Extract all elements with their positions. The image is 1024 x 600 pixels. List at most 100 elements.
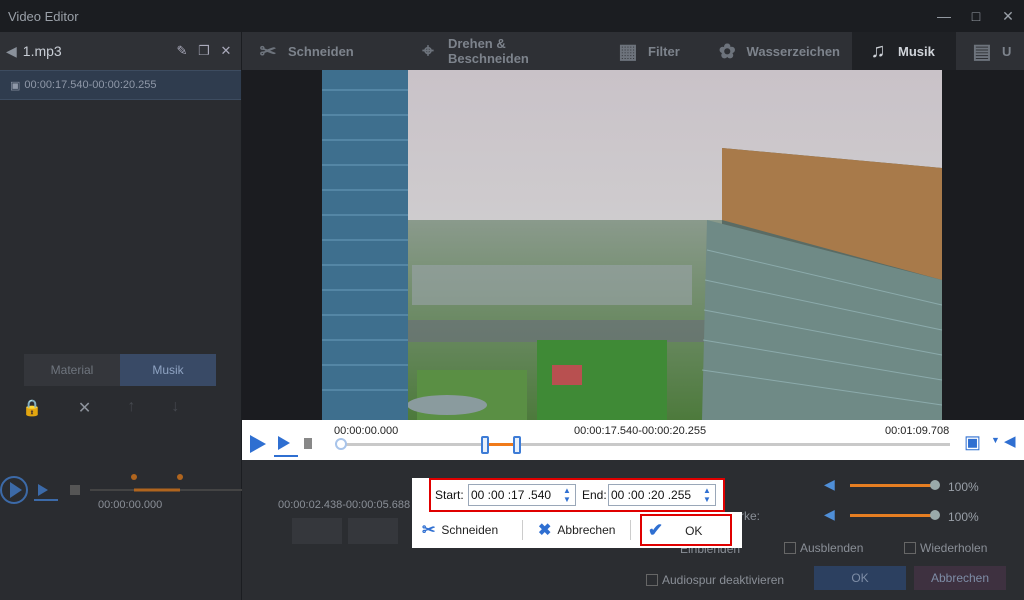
timeline-range-time: 00:00:02.438-00:00:05.688 <box>278 499 411 511</box>
edit-icon[interactable]: ✎ <box>173 43 191 59</box>
volume-slider-2-knob[interactable] <box>930 510 940 520</box>
ok-label: OK <box>685 523 703 538</box>
close-icon[interactable]: ✕ <box>992 0 1024 32</box>
timeline-start-time: 00:00:00.000 <box>98 499 163 511</box>
city-aerial-image <box>322 70 942 420</box>
tab-material[interactable]: Material <box>24 354 120 386</box>
time-end: 00:01:09.708 <box>885 425 950 437</box>
left-timeline-graphics <box>0 474 242 504</box>
video-frame[interactable] <box>322 70 942 420</box>
move-up-icon[interactable]: ↑ <box>127 398 135 418</box>
lock-icon[interactable]: 🔒 <box>22 398 42 418</box>
scissors-icon: ✂ <box>259 40 277 63</box>
window-title: Video Editor <box>8 8 79 24</box>
x-icon: ✖ <box>538 522 552 539</box>
file-name: 1.mp3 <box>22 43 62 59</box>
left-toolbar: 🔒 ✕ ↑ ↓ <box>22 398 179 418</box>
end-time-value: 00 :00 :20 .255 <box>611 488 692 502</box>
partial-label: rke: <box>740 509 761 523</box>
range-popup: Start: 00 :00 :17 .540 ▲ ▼ End: 00 :00 :2… <box>412 478 725 512</box>
volume-slider-2[interactable] <box>850 514 935 517</box>
end-spinner-icon[interactable]: ▲ ▼ <box>701 486 713 504</box>
video-preview <box>242 70 1024 420</box>
time-start: 00:00:00.000 <box>334 425 399 437</box>
disable-audio-label: Audiospur deaktivieren <box>662 573 785 587</box>
end-time-field[interactable]: 00 :00 :20 .255 ▲ ▼ <box>608 484 716 506</box>
tab-schneiden[interactable]: ✂ Schneiden <box>242 32 402 70</box>
subtitle-icon: ▤ <box>972 40 992 63</box>
play-icon <box>250 435 266 453</box>
disable-audio-checkbox[interactable] <box>646 574 658 586</box>
cancel-button-dim[interactable]: Abbrechen <box>914 566 1006 590</box>
left-timeline: 00:00:00.000 <box>0 460 242 600</box>
clip-entry[interactable]: ▣ 00:00:17.540-00:00:20.255 <box>0 70 241 100</box>
play-from-icon-dim <box>38 484 48 496</box>
volume-icon-2: ◀ <box>824 506 835 522</box>
tab-untertitel[interactable]: ▤ U <box>956 32 1024 70</box>
clip-time: 00:00:17.540-00:00:20.255 <box>24 79 157 91</box>
fade-out-checkbox[interactable] <box>784 542 796 554</box>
scissors-icon: ✂ <box>422 522 436 539</box>
crop-icon: ⌖ <box>422 39 434 62</box>
tab-musik[interactable]: Musik <box>120 354 216 386</box>
delete-icon[interactable]: ✕ <box>78 398 91 418</box>
player-controls: 00:00:00.000 00:00:17.540-00:00:20.255 0… <box>242 420 1024 460</box>
left-tool-button[interactable] <box>292 518 342 544</box>
playhead[interactable] <box>335 438 347 450</box>
left-tabs: Material Musik <box>24 354 216 386</box>
volume-slider-1[interactable] <box>850 484 935 487</box>
player-buttons <box>250 435 312 457</box>
volume-slider-1-knob[interactable] <box>930 480 940 490</box>
tab-musik-label: Musik <box>898 43 935 59</box>
cancel-button[interactable]: ✖ Abbrechen <box>538 520 615 540</box>
right-tool-button[interactable] <box>348 518 398 544</box>
play-selection-icon <box>278 436 290 450</box>
top-tabs: ✂ Schneiden ⌖ Drehen & Beschneiden ▦ Fil… <box>242 32 1024 70</box>
start-spinner-icon[interactable]: ▲ ▼ <box>561 486 573 504</box>
start-time-value: 00 :00 :17 .540 <box>471 488 552 502</box>
tab-schneiden-label: Schneiden <box>288 43 354 59</box>
maximize-icon[interactable]: □ <box>960 0 992 32</box>
watermark-icon: ✿ <box>718 40 736 63</box>
tab-wasserzeichen[interactable]: ✿ Wasserzeichen <box>702 32 852 70</box>
tab-musik-top[interactable]: ♫ Musik <box>852 32 956 70</box>
file-bar: ◀ 1.mp3 ✎ ❐ ✕ <box>0 32 241 70</box>
minimize-icon[interactable]: — <box>928 0 960 32</box>
repeat-checkbox[interactable] <box>904 542 916 554</box>
start-label: Start: <box>435 488 464 502</box>
volume-icon[interactable]: ◀ <box>1004 432 1016 450</box>
remove-icon[interactable]: ✕ <box>217 43 235 59</box>
tab-drehen[interactable]: ⌖ Drehen & Beschneiden <box>402 32 602 70</box>
move-down-icon[interactable]: ↓ <box>171 398 179 418</box>
camera-icon[interactable]: ▣ <box>964 432 981 453</box>
tab-filter[interactable]: ▦ Filter <box>602 32 702 70</box>
cancel-label: Abbrechen <box>557 523 616 537</box>
ok-button-dim[interactable]: OK <box>814 566 906 590</box>
volume-percent-2: 100% <box>948 510 979 524</box>
cut-button[interactable]: ✂ Schneiden <box>422 520 498 540</box>
divider <box>630 520 631 540</box>
stop-icon <box>304 438 312 449</box>
repeat-label: Wiederholen <box>920 541 988 555</box>
tab-wasserzeichen-label: Wasserzeichen <box>746 43 840 59</box>
progress-track[interactable] <box>340 443 950 446</box>
camera-dropdown-icon[interactable]: ▼ <box>991 435 1000 445</box>
filter-icon: ▦ <box>618 40 638 63</box>
ok-button[interactable]: ✔ OK <box>648 520 702 541</box>
start-time-field[interactable]: 00 :00 :17 .540 ▲ ▼ <box>468 484 576 506</box>
time-selection: 00:00:17.540-00:00:20.255 <box>574 425 707 437</box>
end-label: End: <box>582 488 607 502</box>
divider <box>522 520 523 540</box>
range-end-handle[interactable] <box>513 436 521 454</box>
fade-out-label: Ausblenden <box>800 541 864 555</box>
action-popup: ✂ Schneiden ✖ Abbrechen ✔ OK <box>412 512 742 548</box>
tab-drehen-label: Drehen & Beschneiden <box>447 36 529 66</box>
speaker-icon: ◀ <box>6 42 17 59</box>
music-icon: ♫ <box>870 39 886 62</box>
range-start-handle[interactable] <box>481 436 489 454</box>
stop-icon-dim <box>70 485 80 495</box>
copy-icon[interactable]: ❐ <box>195 43 213 59</box>
selection-range <box>488 443 516 446</box>
tab-filter-label: Filter <box>648 43 680 59</box>
cut-label: Schneiden <box>441 523 499 537</box>
